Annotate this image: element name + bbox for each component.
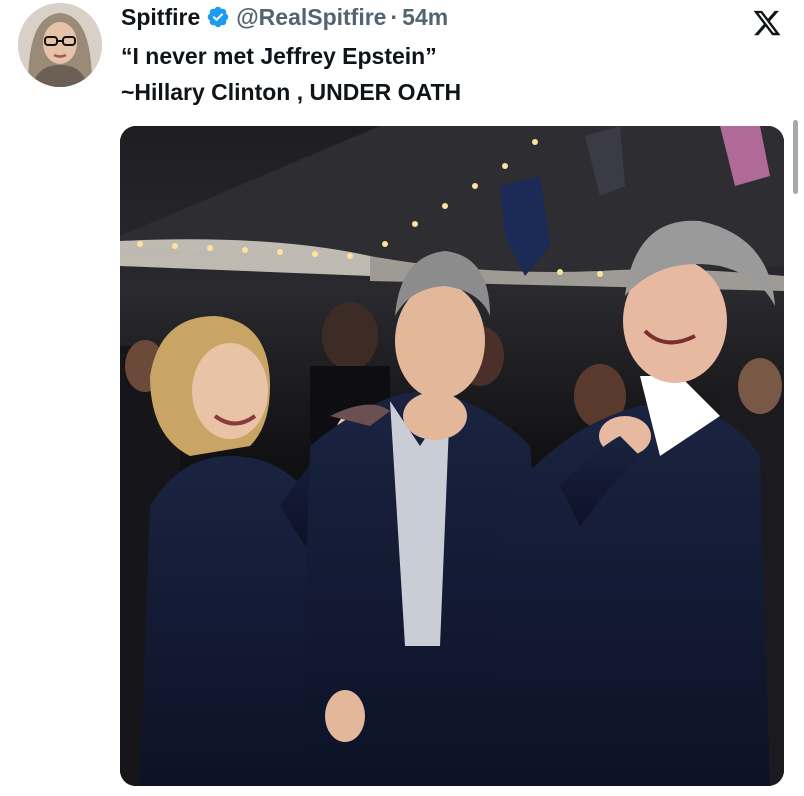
avatar-image [18, 3, 102, 87]
photo-image [120, 126, 784, 786]
separator-dot: · [390, 3, 399, 30]
display-name[interactable]: Spitfire [121, 4, 200, 31]
tweet-header: Spitfire @RealSpitfire · 54m [121, 2, 744, 32]
avatar[interactable] [18, 3, 102, 87]
timestamp[interactable]: 54m [402, 4, 448, 31]
tweet-text: “I never met Jeffrey Epstein” ~Hillary C… [121, 43, 462, 105]
scrollbar[interactable] [793, 120, 798, 194]
tweet-photo[interactable] [120, 126, 784, 786]
x-logo-icon[interactable] [752, 8, 782, 38]
handle[interactable]: @RealSpitfire [236, 4, 386, 31]
verified-badge-icon[interactable] [206, 5, 230, 29]
